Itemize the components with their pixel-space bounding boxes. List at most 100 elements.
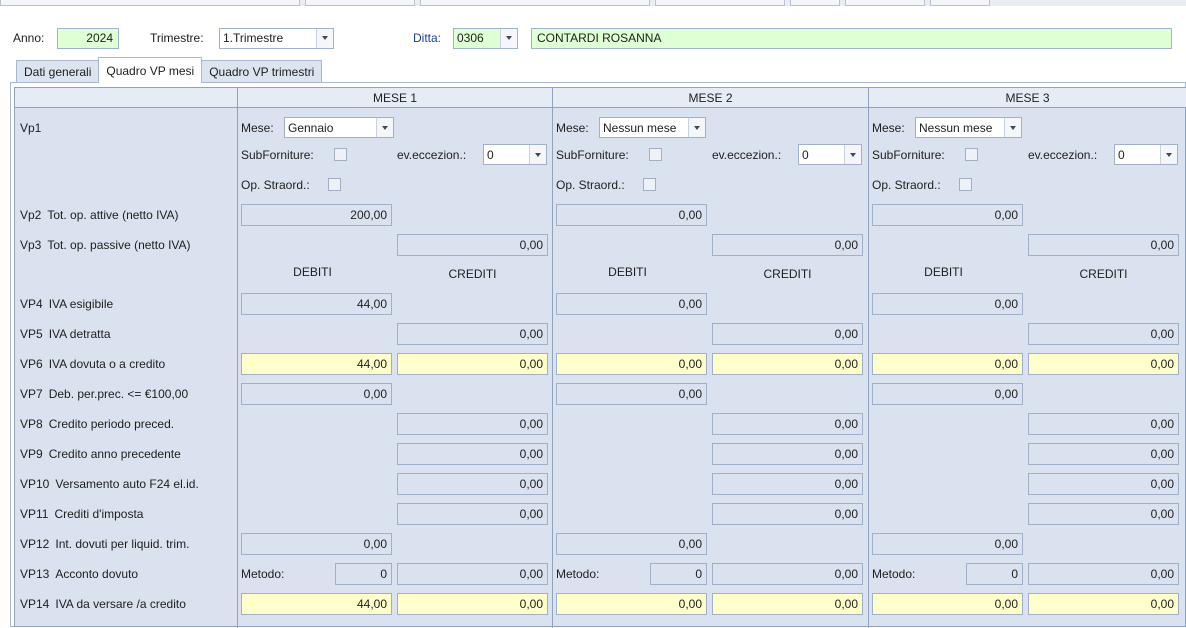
mese-3-vp7-field[interactable]: 0,00	[872, 383, 1023, 405]
mese-3-vp5-field[interactable]: 0,00	[1028, 323, 1179, 345]
mese-1-vp10-field[interactable]: 0,00	[397, 473, 548, 495]
mese-1-vp2-field[interactable]: 200,00	[241, 204, 392, 226]
mese-2-vp6c-field[interactable]: 0,00	[712, 353, 863, 375]
mese-3-vp6d-field[interactable]: 0,00	[872, 353, 1023, 375]
mese-2-vp14c-field[interactable]: 0,00	[712, 593, 863, 615]
mese-3-metodo-field[interactable]: 0	[966, 563, 1023, 585]
mese-1-vp4-field[interactable]: 44,00	[241, 293, 392, 315]
trimestre-select[interactable]: 1.Trimestre	[219, 27, 334, 49]
mese-2-subforniture-checkbox[interactable]	[649, 148, 662, 161]
mese-2-vp7-field[interactable]: 0,00	[556, 383, 707, 405]
mese-2-opstraord-checkbox[interactable]	[643, 178, 656, 191]
mese-2-eveccezion-select[interactable]: 0	[798, 144, 862, 165]
mese-1-vp6c-field[interactable]: 0,00	[397, 353, 548, 375]
mese-1-vp14d-field[interactable]: 44,00	[241, 593, 392, 615]
vp-grid: Vp1 Vp2 Tot. op. attive (netto IVA) Vp3 Tot.…	[14, 87, 1186, 628]
top-tab-stub[interactable]	[305, 0, 415, 6]
mese-3-eveccezion-select[interactable]: 0	[1114, 144, 1178, 165]
column-separator	[868, 88, 869, 628]
mese-3-vp9-field[interactable]: 0,00	[1028, 443, 1179, 465]
row-label-vp5: VP5 IVA detratta	[20, 324, 111, 344]
chevron-down-icon[interactable]	[688, 118, 705, 137]
anno-label: Anno:	[13, 31, 45, 45]
mese-3-subforniture-checkbox[interactable]	[965, 148, 978, 161]
mese-3-header: MESE 3	[869, 88, 1186, 108]
mese-3-vp4-field[interactable]: 0,00	[872, 293, 1023, 315]
mese-3-opstraord-checkbox[interactable]	[959, 178, 972, 191]
chevron-down-icon[interactable]	[1160, 145, 1177, 164]
mese-1-vp6d-field[interactable]: 44,00	[241, 353, 392, 375]
mese-1-mese-select[interactable]: Gennaio	[284, 117, 394, 138]
chevron-down-icon[interactable]	[529, 145, 546, 164]
mese-2-vp9-field[interactable]: 0,00	[712, 443, 863, 465]
row-label-vp2: Vp2 Tot. op. attive (netto IVA)	[20, 205, 179, 225]
mese-3-opstraord-label: Op. Straord.:	[872, 178, 941, 192]
mese-3-vp8-field[interactable]: 0,00	[1028, 413, 1179, 435]
mese-2-vp11-field[interactable]: 0,00	[712, 503, 863, 525]
chevron-down-icon[interactable]	[316, 28, 333, 48]
top-tab-stub[interactable]	[845, 0, 925, 6]
mese-3-vp13-field[interactable]: 0,00	[1028, 563, 1179, 585]
mese-3-mese-label: Mese:	[872, 121, 905, 135]
top-tab-stub[interactable]	[420, 0, 650, 6]
mese-2-subforniture-label: SubForniture:	[556, 148, 629, 162]
top-tab-stub[interactable]	[930, 0, 990, 6]
top-tab-stub[interactable]	[790, 0, 840, 6]
mese-1-vp7-field[interactable]: 0,00	[241, 383, 392, 405]
mese-1-vp11-field[interactable]: 0,00	[397, 503, 548, 525]
mese-3-vp12-field[interactable]: 0,00	[872, 533, 1023, 555]
mese-2-vp3-field[interactable]: 0,00	[712, 234, 863, 256]
mese-2-vp2-field[interactable]: 0,00	[556, 204, 707, 226]
anno-field[interactable]: 2024	[57, 27, 119, 49]
mese-1-subforniture-checkbox[interactable]	[334, 148, 347, 161]
row-code: VP8	[20, 417, 43, 431]
tab-dati-generali[interactable]: Dati generali	[16, 60, 100, 83]
chevron-down-icon[interactable]	[500, 28, 517, 48]
mese-2-vp5-field[interactable]: 0,00	[712, 323, 863, 345]
chevron-down-icon[interactable]	[376, 118, 393, 137]
mese-1-vp9-field[interactable]: 0,00	[397, 443, 548, 465]
mese-1-vp8-field[interactable]: 0,00	[397, 413, 548, 435]
mese-1-vp14c-field[interactable]: 0,00	[397, 593, 548, 615]
ditta-name-field[interactable]: CONTARDI ROSANNA	[531, 27, 1172, 49]
mese-1-eveccezion-select[interactable]: 0	[483, 144, 547, 165]
row-text: Tot. op. passive (netto IVA)	[47, 238, 191, 252]
mese-3-vp11-field[interactable]: 0,00	[1028, 503, 1179, 525]
mese-1-mese-label: Mese:	[241, 121, 274, 135]
ditta-code-select[interactable]: 0306	[453, 27, 518, 49]
mese-3-vp3-field[interactable]: 0,00	[1028, 234, 1179, 256]
mese-1-opstraord-checkbox[interactable]	[328, 178, 341, 191]
mese-3-vp6c-field[interactable]: 0,00	[1028, 353, 1179, 375]
row-label-vp12: VP12 Int. dovuti per liquid. trim.	[20, 534, 189, 554]
mese-2-vp13-field[interactable]: 0,00	[712, 563, 863, 585]
tab-quadro-vp-mesi[interactable]: Quadro VP mesi	[98, 57, 203, 83]
mese-2-vp4-field[interactable]: 0,00	[556, 293, 707, 315]
mese-3-mese-select[interactable]: Nessun mese	[915, 117, 1022, 138]
chevron-down-icon[interactable]	[1004, 118, 1021, 137]
mese-3-vp10-field[interactable]: 0,00	[1028, 473, 1179, 495]
mese-2-vp12-field[interactable]: 0,00	[556, 533, 707, 555]
mese-3-eveccezion-label: ev.eccezion.:	[1028, 148, 1098, 162]
mese-2-vp6d-field[interactable]: 0,00	[556, 353, 707, 375]
mese-2-vp10-field[interactable]: 0,00	[712, 473, 863, 495]
mese-1-vp5-field[interactable]: 0,00	[397, 323, 548, 345]
trimestre-label: Trimestre:	[150, 31, 204, 45]
mese-2-mese-select[interactable]: Nessun mese	[599, 117, 706, 138]
mese-2-crediti-header: CREDITI	[763, 267, 812, 281]
mese-1-vp12-field[interactable]: 0,00	[241, 533, 392, 555]
chevron-down-icon[interactable]	[844, 145, 861, 164]
label-column-header	[15, 88, 237, 108]
mese-3-vp14d-field[interactable]: 0,00	[872, 593, 1023, 615]
mese-3-vp2-field[interactable]: 0,00	[872, 204, 1023, 226]
mese-1-vp13-field[interactable]: 0,00	[397, 563, 548, 585]
mese-3-vp14c-field[interactable]: 0,00	[1028, 593, 1179, 615]
top-tab-stub[interactable]	[655, 0, 785, 6]
mese-1-metodo-field[interactable]: 0	[335, 563, 392, 585]
mese-2-vp14d-field[interactable]: 0,00	[556, 593, 707, 615]
row-code: VP6	[20, 357, 43, 371]
mese-1-vp3-field[interactable]: 0,00	[397, 234, 548, 256]
tab-quadro-vp-trimestri[interactable]: Quadro VP trimestri	[201, 60, 323, 83]
mese-2-vp8-field[interactable]: 0,00	[712, 413, 863, 435]
mese-2-metodo-field[interactable]: 0	[650, 563, 707, 585]
top-tab-stub[interactable]	[0, 0, 300, 6]
